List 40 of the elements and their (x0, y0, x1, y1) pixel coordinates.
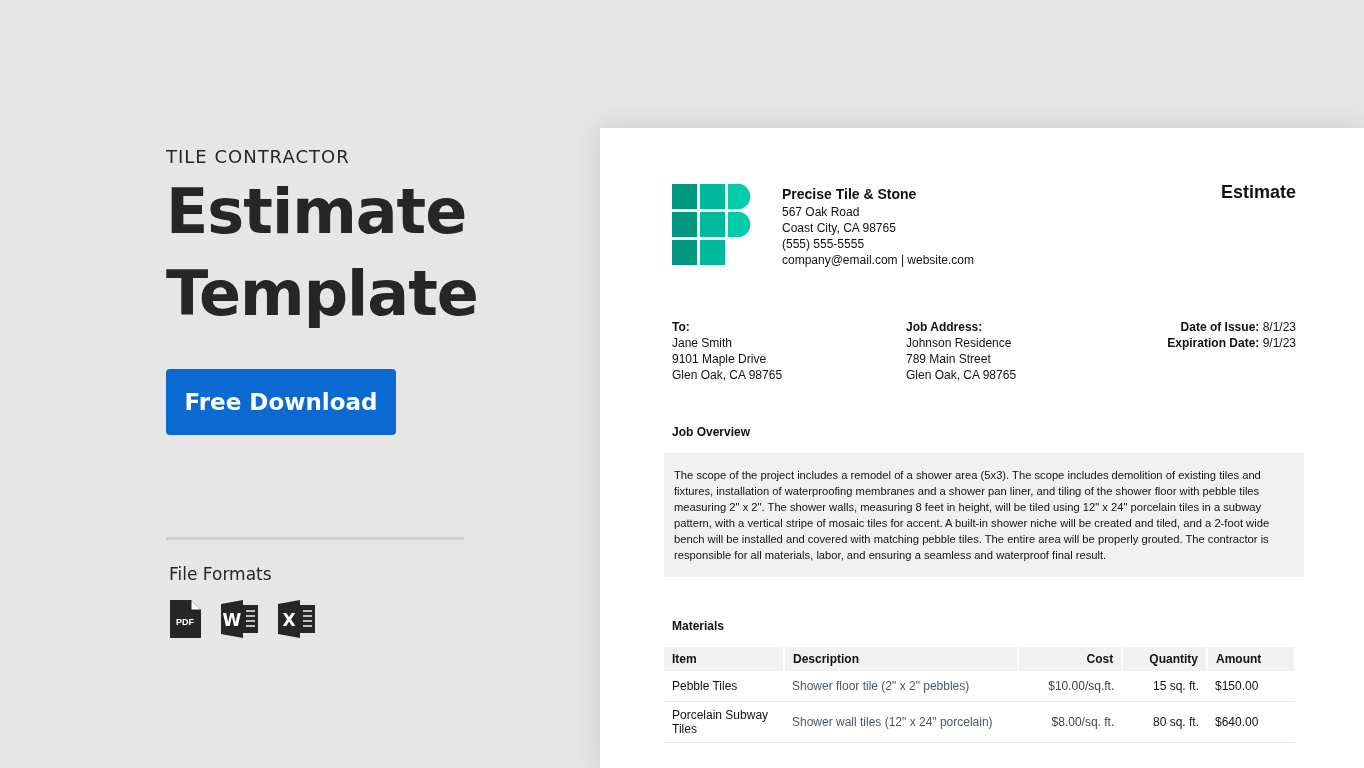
recipient-line: 9101 Maple Drive (672, 351, 768, 367)
table-cell: 80 sq. ft. (1122, 701, 1207, 743)
table-cell: 15 sq. ft. (1122, 671, 1207, 702)
job-address-line: 789 Main Street (906, 351, 992, 367)
job-address-line: Glen Oak, CA 98765 (906, 367, 1018, 383)
section-heading: Materials (672, 619, 726, 633)
table-cell: $8.00/sq. ft. (1018, 701, 1123, 743)
date-line: Expiration Date: 9/1/23 (1167, 335, 1296, 351)
date-line: Date of Issue: 8/1/23 (1180, 319, 1296, 335)
free-download-button[interactable]: Free Download (166, 369, 396, 435)
column-header: Cost (1018, 647, 1123, 671)
table-cell: $10.00/sq.ft. (1018, 671, 1123, 702)
page-title: Estimate (166, 175, 468, 249)
table-cell: Porcelain Subway Tiles (664, 701, 784, 743)
column-header: Item (664, 647, 784, 671)
job-overview-text: The scope of the project includes a remodel of a shower area (5x3). The scope includes demolition of existing tiles and fixtures, installation of waterproofing membranes and a shower pan liner, and tiling of the shower floor with pebble tiles measuring 2" x 2". The shower walls, measuring 8 feet in height, will be tiled using 12" x 24" porcelain tiles in a subway pattern, with a vertical stripe of mosaic tiles for accent. A built-in shower niche will be created and tiled, and a 2-foot wide bench will be installed and covered with matching pebble tiles. The entire area will be properly grouted. The contractor is responsible for all materials, labor, and ensuring a seamless and waterproof final result. (664, 453, 1304, 577)
recipient-line: Jane Smith (672, 335, 734, 351)
document-title: Estimate (1220, 182, 1296, 203)
company-detail: Coast City, CA 98765 (782, 221, 897, 235)
table-cell: Pebble Tiles (664, 671, 784, 702)
company-detail: 567 Oak Road (782, 205, 861, 219)
recipient-line: Glen Oak, CA 98765 (672, 367, 784, 383)
page-title: Template (166, 257, 479, 331)
column-header: Quantity (1122, 647, 1207, 671)
job-address-line: Johnson Residence (906, 335, 1013, 351)
pdf-file-icon[interactable]: PDF (170, 600, 201, 638)
recipient-heading: To: (672, 319, 691, 335)
company-detail: company@email.com | website.com (782, 253, 976, 267)
file-formats-heading: File Formats (169, 564, 273, 584)
eyebrow-text: TILE CONTRACTOR (166, 146, 351, 167)
table-cell: Shower wall tiles (12" x 24" porcelain) (784, 701, 1018, 743)
table-cell: Shower floor tile (2" x 2" pebbles) (784, 671, 1018, 702)
table-cell: $150.00 (1207, 671, 1295, 702)
table-cell: $640.00 (1207, 701, 1295, 743)
section-heading: Job Overview (672, 425, 752, 439)
column-header: Description (784, 647, 1018, 671)
company-detail: (555) 555-5555 (782, 237, 866, 251)
company-name: Precise Tile & Stone (782, 187, 918, 201)
column-header: Amount (1207, 647, 1295, 671)
job-address-heading: Job Address: (906, 319, 984, 335)
